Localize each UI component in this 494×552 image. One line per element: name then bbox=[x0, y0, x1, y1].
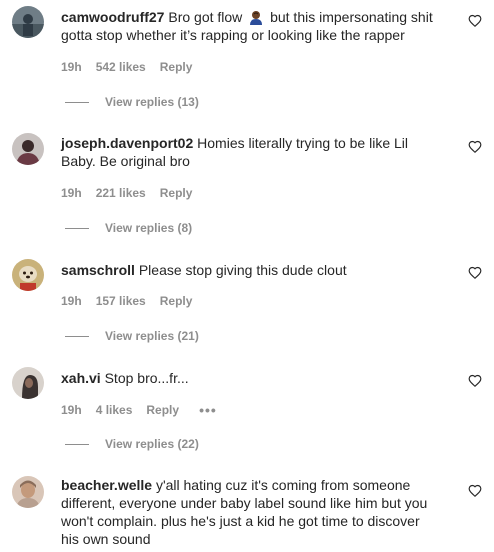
heart-outline-icon bbox=[468, 484, 482, 498]
comment-time: 19h bbox=[61, 60, 82, 74]
comment-text: joseph.davenport02 Homies literally tryi… bbox=[61, 134, 441, 170]
comment-time: 19h bbox=[61, 403, 82, 417]
comment-meta: 19h 542 likes Reply bbox=[61, 60, 206, 74]
avatar[interactable] bbox=[12, 6, 44, 38]
view-replies-label: View replies (21) bbox=[105, 329, 199, 343]
comment-text: samschroll Please stop giving this dude … bbox=[61, 261, 441, 279]
like-comment-button[interactable] bbox=[468, 266, 482, 280]
comment-likes[interactable]: 542 likes bbox=[96, 60, 146, 74]
more-options-button[interactable]: ••• bbox=[199, 402, 217, 418]
view-replies-label: View replies (8) bbox=[105, 221, 193, 235]
heart-outline-icon bbox=[468, 266, 482, 280]
view-replies-button[interactable]: View replies (8) bbox=[65, 221, 192, 235]
replies-divider-line bbox=[65, 335, 89, 337]
comment-username[interactable]: samschroll bbox=[61, 262, 135, 278]
man-dark-skin-emoji-icon bbox=[250, 11, 263, 25]
avatar-image bbox=[12, 259, 44, 291]
comment-username[interactable]: xah.vi bbox=[61, 370, 101, 386]
replies-divider-line bbox=[65, 443, 89, 445]
comment-username[interactable]: camwoodruff27 bbox=[61, 9, 164, 25]
avatar-image bbox=[12, 476, 44, 508]
like-comment-button[interactable] bbox=[468, 374, 482, 388]
comment-likes[interactable]: 221 likes bbox=[96, 186, 146, 200]
comment-meta: 19h 4 likes Reply ••• bbox=[61, 402, 231, 418]
reply-button[interactable]: Reply bbox=[160, 60, 193, 74]
comment-username[interactable]: joseph.davenport02 bbox=[61, 135, 193, 151]
heart-outline-icon bbox=[468, 140, 482, 154]
view-replies-button[interactable]: View replies (13) bbox=[65, 95, 199, 109]
avatar-image bbox=[12, 6, 44, 38]
comment-body: Bro got flow bbox=[168, 9, 243, 25]
comment-time: 19h bbox=[61, 294, 82, 308]
view-replies-label: View replies (22) bbox=[105, 437, 199, 451]
avatar[interactable] bbox=[12, 367, 44, 399]
comment-text: xah.vi Stop bro...fr... bbox=[61, 369, 441, 387]
comment-username[interactable]: beacher.welle bbox=[61, 477, 152, 493]
view-replies-button[interactable]: View replies (22) bbox=[65, 437, 199, 451]
comment-body: Please stop giving this dude clout bbox=[138, 262, 347, 278]
avatar-image bbox=[12, 133, 44, 165]
reply-button[interactable]: Reply bbox=[160, 294, 193, 308]
comment-body: Stop bro...fr... bbox=[104, 370, 189, 386]
avatar[interactable] bbox=[12, 133, 44, 165]
comment-meta: 19h 221 likes Reply bbox=[61, 186, 206, 200]
comment-time: 19h bbox=[61, 186, 82, 200]
replies-divider-line bbox=[65, 101, 89, 103]
replies-divider-line bbox=[65, 227, 89, 229]
heart-outline-icon bbox=[468, 14, 482, 28]
avatar[interactable] bbox=[12, 476, 44, 508]
comment-likes[interactable]: 157 likes bbox=[96, 294, 146, 308]
avatar[interactable] bbox=[12, 259, 44, 291]
reply-button[interactable]: Reply bbox=[146, 403, 179, 417]
heart-outline-icon bbox=[468, 374, 482, 388]
comment-text: beacher.welle y'all hating cuz it's comi… bbox=[61, 476, 441, 548]
comment-text: camwoodruff27 Bro got flow but this impe… bbox=[61, 8, 441, 44]
comment-likes[interactable]: 4 likes bbox=[96, 403, 133, 417]
comment-meta: 19h 157 likes Reply bbox=[61, 294, 206, 308]
like-comment-button[interactable] bbox=[468, 14, 482, 28]
reply-button[interactable]: Reply bbox=[160, 186, 193, 200]
like-comment-button[interactable] bbox=[468, 484, 482, 498]
like-comment-button[interactable] bbox=[468, 140, 482, 154]
view-replies-button[interactable]: View replies (21) bbox=[65, 329, 199, 343]
avatar-image bbox=[12, 367, 44, 399]
view-replies-label: View replies (13) bbox=[105, 95, 199, 109]
